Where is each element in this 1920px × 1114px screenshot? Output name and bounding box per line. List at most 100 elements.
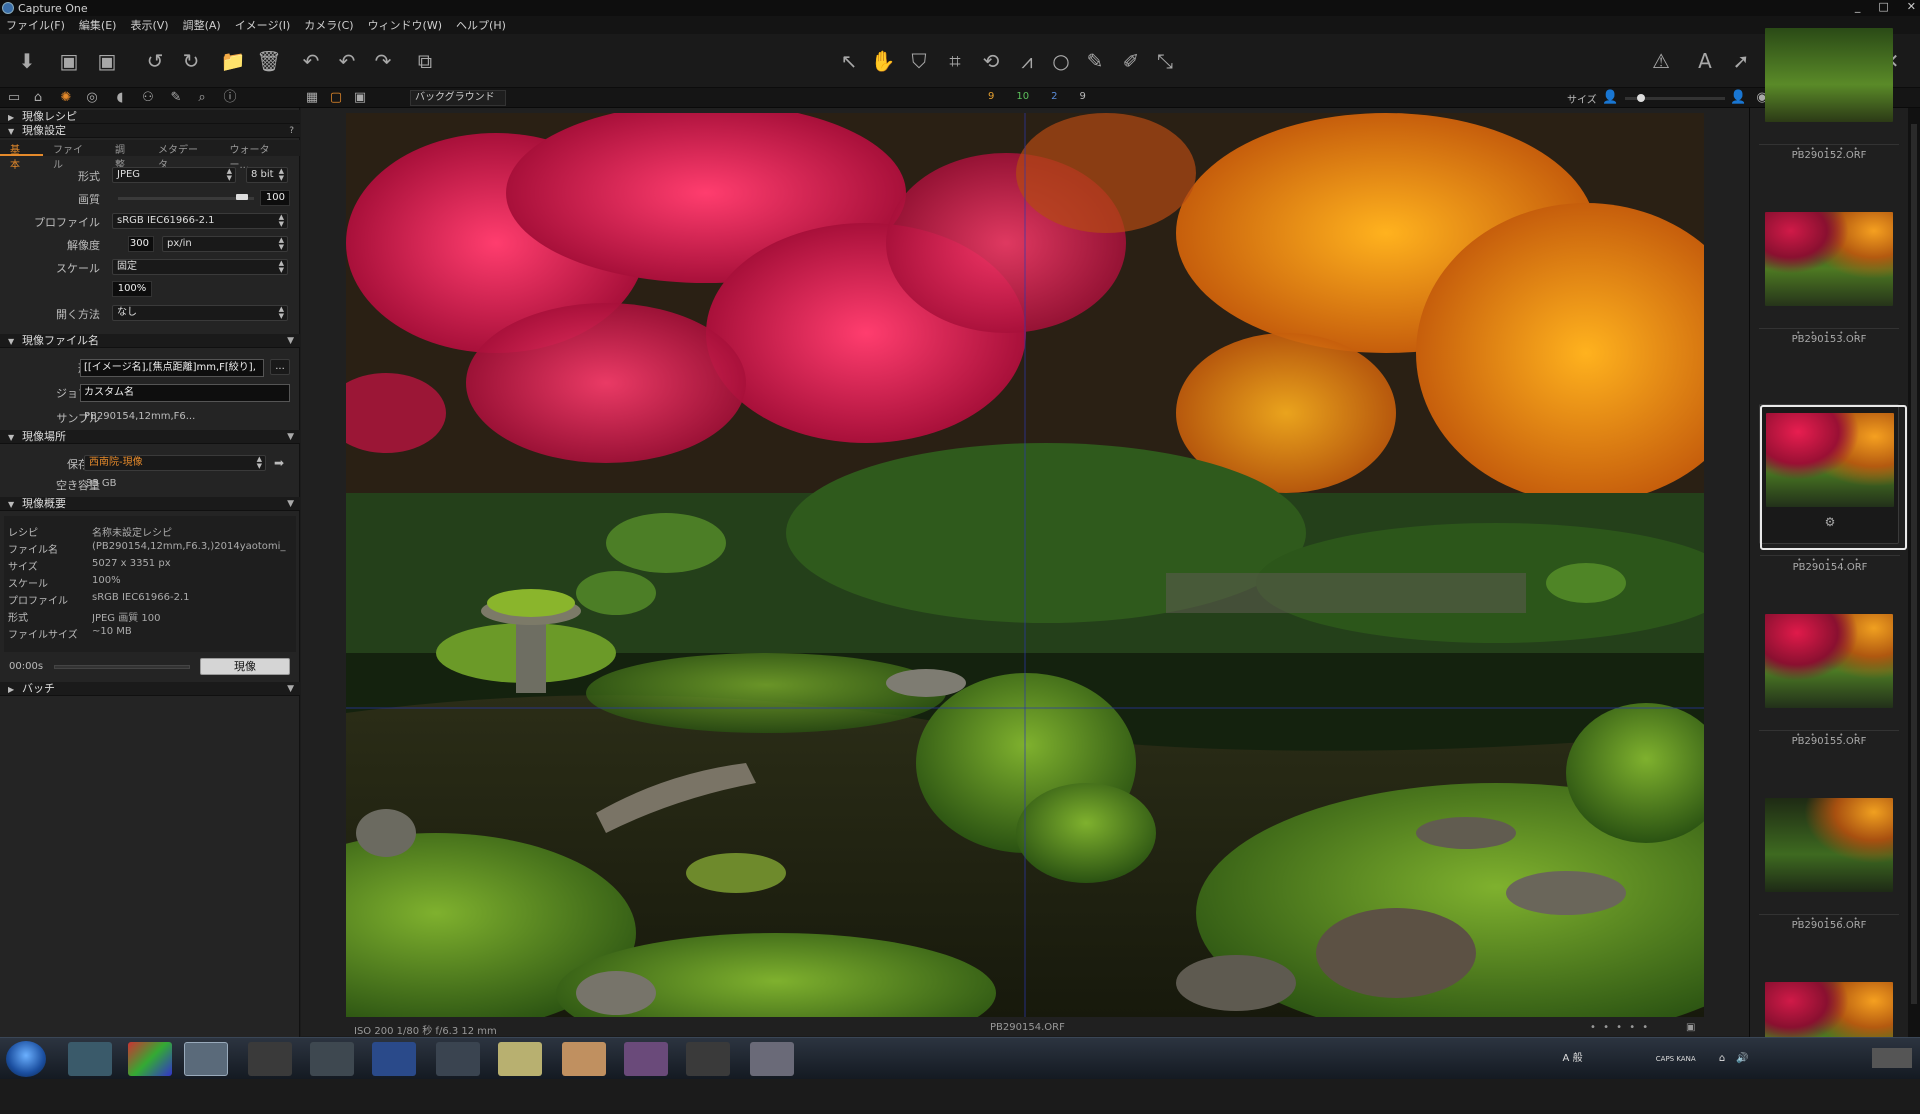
profile-select[interactable]: sRGB IEC61966-2.1 ▲ ▼: [112, 213, 288, 229]
rotate-tool-icon[interactable]: ⟲: [978, 48, 1004, 74]
destination-select[interactable]: 西南院-現像 ▲ ▼: [84, 455, 266, 471]
thumbnail[interactable]: • • • • • PB290155.ORF: [1759, 606, 1899, 747]
volume-icon[interactable]: 🔊: [1736, 1053, 1748, 1064]
menu-window[interactable]: ウィンドウ(W): [368, 17, 442, 33]
scale-select[interactable]: 固定 ▲ ▼: [112, 259, 288, 275]
thumbnail[interactable]: • • • • • PB290156.ORF: [1759, 790, 1899, 931]
format-select[interactable]: JPEG ▲ ▼: [112, 167, 236, 183]
thumbnail[interactable]: • • • • • PB290152.ORF: [1759, 20, 1899, 161]
tab-adjust[interactable]: 調整: [105, 140, 148, 171]
summary-section-header[interactable]: ▼ 現像概要 ▼: [0, 497, 300, 511]
capture-tab-icon[interactable]: ⌂: [30, 90, 46, 106]
taskbar-app[interactable]: [248, 1042, 292, 1076]
undo-all-icon[interactable]: ↶: [298, 48, 324, 74]
color-tab-icon[interactable]: ⚇: [140, 90, 156, 106]
clock[interactable]: [1872, 1048, 1912, 1068]
viewer-rating-dots[interactable]: • • • • •: [1590, 1022, 1650, 1033]
picker-tool-icon[interactable]: ⤡: [1152, 48, 1178, 74]
tab-metadata[interactable]: メタデータ: [148, 140, 219, 171]
lens-tab-icon[interactable]: ◎: [84, 90, 100, 106]
variants-icon[interactable]: ⧉: [412, 48, 438, 74]
rotate-right-icon[interactable]: ↻: [178, 48, 204, 74]
taskbar-app[interactable]: [310, 1042, 354, 1076]
export-icon[interactable]: ➚: [1728, 48, 1754, 74]
loupe-tool-icon[interactable]: ⛉: [906, 48, 932, 74]
thumbnail-size-slider[interactable]: [1625, 94, 1725, 102]
viewer-frame-icon[interactable]: ▣: [1686, 1022, 1695, 1033]
token-menu-button[interactable]: ...: [270, 359, 290, 375]
menu-image[interactable]: イメージ(I): [235, 17, 291, 33]
resolution-input[interactable]: 300: [128, 236, 154, 252]
library-tab-icon[interactable]: ▭: [6, 90, 22, 106]
keystone-tool-icon[interactable]: ⩘: [1014, 48, 1040, 74]
crop-tool-icon[interactable]: ⌗: [942, 48, 968, 74]
section-menu-icon[interactable]: ▼: [287, 682, 294, 696]
taskbar-app[interactable]: [624, 1042, 668, 1076]
recipe-section-header[interactable]: ▶ 現像レシピ: [0, 110, 300, 124]
spot-tool-icon[interactable]: ○: [1048, 48, 1074, 74]
background-select[interactable]: バックグラウンド: [410, 90, 506, 106]
cursor-tool-icon[interactable]: ↖: [836, 48, 862, 74]
menu-file[interactable]: ファイル(F): [6, 17, 65, 33]
text-icon[interactable]: A: [1692, 48, 1718, 74]
thumbnail-selected[interactable]: ⚙ • • • • • PB290154.ORF: [1759, 404, 1907, 573]
menu-help[interactable]: ヘルプ(H): [456, 17, 506, 33]
location-section-header[interactable]: ▼ 現像場所 ▼: [0, 430, 300, 444]
section-menu-icon[interactable]: ▼: [287, 497, 294, 511]
process-button[interactable]: 現像: [200, 658, 290, 675]
reveal-arrow-icon[interactable]: ➡: [274, 456, 284, 470]
quality-slider[interactable]: [118, 194, 254, 200]
section-menu-icon[interactable]: ▼: [287, 430, 294, 444]
info-icon[interactable]: ⓘ: [222, 90, 238, 106]
viewer-photo[interactable]: [346, 113, 1704, 1017]
camera-icon[interactable]: ▣: [94, 48, 120, 74]
hand-tool-icon[interactable]: ✋: [870, 48, 896, 74]
start-button[interactable]: [6, 1041, 46, 1077]
batch-section-header[interactable]: ▶ バッチ ▼: [0, 682, 300, 696]
taskbar-app[interactable]: [562, 1042, 606, 1076]
taskbar-app[interactable]: [750, 1042, 794, 1076]
rotate-left-icon[interactable]: ↺: [142, 48, 168, 74]
menu-adjust[interactable]: 調整(A): [183, 17, 221, 33]
resolution-unit-select[interactable]: px/in ▲ ▼: [162, 236, 288, 252]
close-button[interactable]: ✕: [1907, 0, 1916, 13]
taskbar-app-active[interactable]: [184, 1042, 228, 1076]
filename-format-input[interactable]: [[イメージ名],[焦点距離]mm,F[絞り],: [80, 359, 264, 377]
menu-edit[interactable]: 編集(E): [79, 17, 117, 33]
scrollbar-track[interactable]: [1911, 124, 1917, 1004]
scale-percent-input[interactable]: 100%: [112, 281, 152, 297]
slider-knob[interactable]: [1637, 94, 1645, 102]
filename-section-header[interactable]: ▼ 現像ファイル名 ▼: [0, 334, 300, 348]
single-view-icon[interactable]: ▢: [328, 90, 344, 106]
settings-section-header[interactable]: ▼ 現像設定?: [0, 124, 300, 138]
grid-view-icon[interactable]: ▦: [304, 90, 320, 106]
search-icon[interactable]: ⌕: [194, 90, 210, 106]
capture-icon[interactable]: ▣: [56, 48, 82, 74]
ime-indicator[interactable]: A 般: [1563, 1053, 1583, 1064]
adjust-tab-icon[interactable]: ✎: [168, 90, 184, 106]
filmstrip-scrollbar[interactable]: [1908, 108, 1920, 1037]
tab-basic[interactable]: 基本: [0, 140, 43, 171]
help-icon[interactable]: ?: [289, 124, 294, 138]
taskbar-app[interactable]: [498, 1042, 542, 1076]
import-icon[interactable]: ⬇: [14, 48, 40, 74]
exposure-tab-icon[interactable]: ◖: [112, 90, 128, 106]
move-to-folder-icon[interactable]: 📁: [220, 48, 246, 74]
quality-input[interactable]: 100: [260, 190, 290, 206]
job-name-input[interactable]: カスタム名: [80, 384, 290, 402]
tab-watermark[interactable]: ウォーター...: [219, 140, 300, 171]
taskbar-app[interactable]: [128, 1042, 172, 1076]
menu-camera[interactable]: カメラ(C): [304, 17, 353, 33]
network-icon[interactable]: ⌂: [1719, 1053, 1725, 1064]
taskbar-app[interactable]: [436, 1042, 480, 1076]
taskbar-app[interactable]: [686, 1042, 730, 1076]
undo-icon[interactable]: ↶: [334, 48, 360, 74]
open-with-select[interactable]: なし ▲ ▼: [112, 305, 288, 321]
eraser-tool-icon[interactable]: ✐: [1118, 48, 1144, 74]
tab-file[interactable]: ファイル: [43, 140, 105, 171]
brush-tool-icon[interactable]: ✎: [1082, 48, 1108, 74]
taskbar-app[interactable]: [372, 1042, 416, 1076]
multi-view-icon[interactable]: ▣: [352, 90, 368, 106]
warning-icon[interactable]: ⚠: [1648, 48, 1674, 74]
minimize-button[interactable]: _: [1855, 0, 1861, 13]
